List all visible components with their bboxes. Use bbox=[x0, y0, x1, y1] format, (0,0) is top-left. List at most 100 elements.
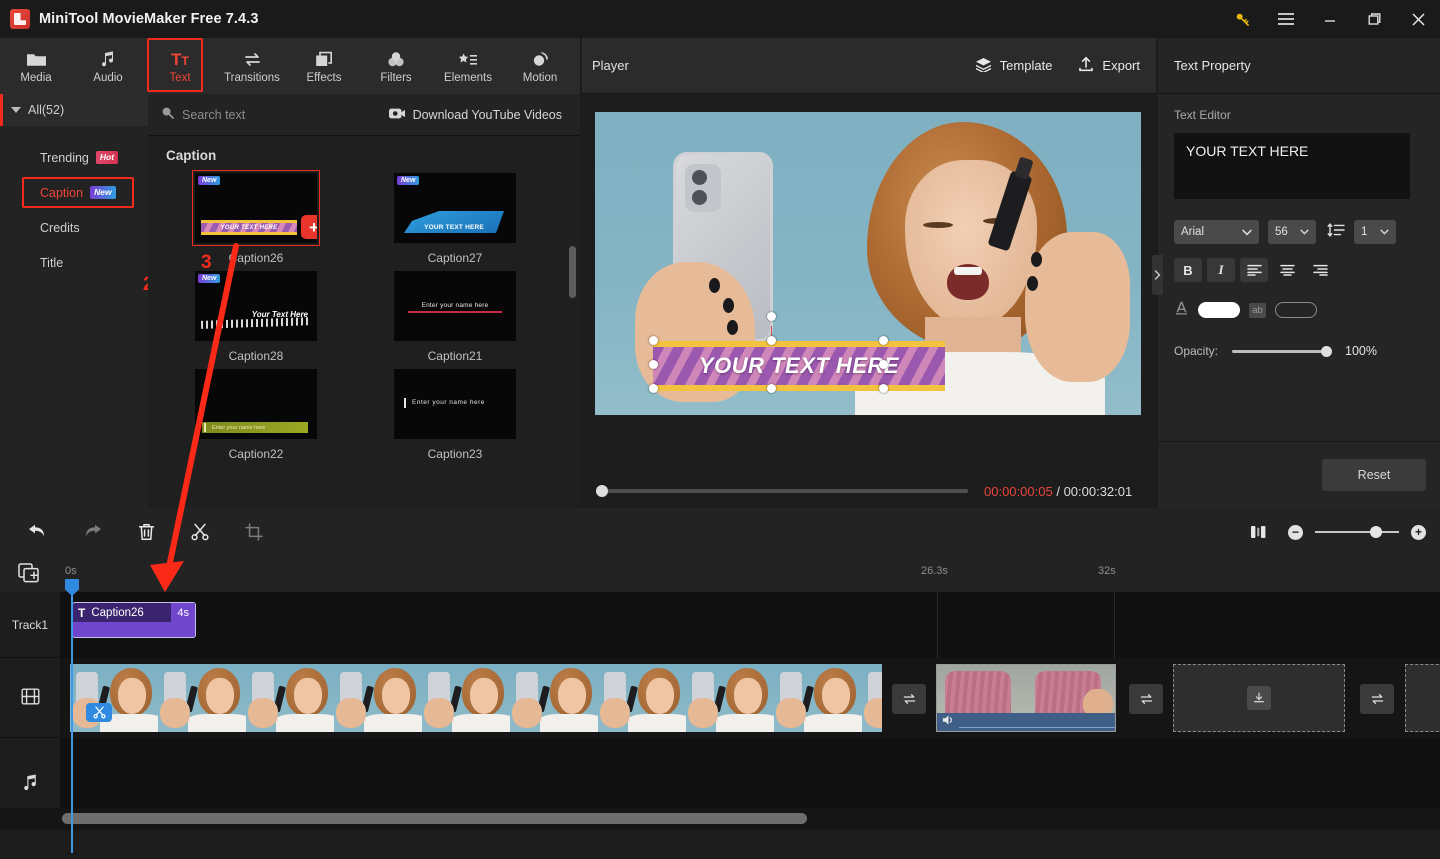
text-clip-duration: 4s bbox=[171, 603, 195, 622]
media-drop-zone[interactable] bbox=[1173, 664, 1345, 732]
split-view-icon[interactable] bbox=[1240, 514, 1276, 550]
text-editor-input[interactable] bbox=[1174, 133, 1410, 199]
category-item-title[interactable]: Title bbox=[0, 245, 148, 280]
split-button[interactable] bbox=[182, 514, 218, 550]
undo-button[interactable] bbox=[20, 514, 56, 550]
resize-handle-top[interactable] bbox=[767, 336, 776, 345]
split-clip-chip[interactable] bbox=[86, 703, 112, 722]
resize-handle-bottom[interactable] bbox=[767, 384, 776, 393]
video-preview[interactable]: YOUR TEXT HERE bbox=[595, 112, 1141, 415]
key-icon[interactable] bbox=[1220, 0, 1264, 38]
toolbar-item-motion[interactable]: Motion bbox=[504, 40, 576, 92]
template-card-caption22[interactable]: Enter your name here Caption22 bbox=[166, 369, 346, 461]
maximize-icon[interactable] bbox=[1352, 0, 1396, 38]
browser-scrollbar[interactable] bbox=[569, 246, 576, 298]
rotate-handle[interactable] bbox=[767, 312, 776, 321]
template-card-caption21[interactable]: Enter your name here Caption21 bbox=[365, 271, 545, 363]
ruler-ticks[interactable]: 0s 26.3s 32s bbox=[60, 556, 1440, 592]
bold-button[interactable]: B bbox=[1174, 258, 1202, 282]
opacity-knob[interactable] bbox=[1321, 345, 1333, 357]
collapse-properties-panel-button[interactable] bbox=[1152, 255, 1163, 295]
toolbar-item-media[interactable]: Media bbox=[0, 40, 72, 92]
align-center-button[interactable] bbox=[1273, 258, 1301, 282]
add-track-icon[interactable] bbox=[18, 563, 42, 585]
music-note-icon bbox=[99, 48, 117, 68]
text-overlay-value: YOUR TEXT HERE bbox=[698, 353, 900, 378]
add-template-button[interactable]: + bbox=[301, 215, 317, 239]
zoom-in-button[interactable]: + bbox=[1411, 524, 1426, 540]
template-card-caption23[interactable]: Enter your name here Caption23 bbox=[365, 369, 545, 461]
zoom-slider[interactable] bbox=[1315, 525, 1399, 538]
opacity-slider[interactable] bbox=[1232, 345, 1333, 357]
minimize-icon[interactable] bbox=[1308, 0, 1352, 38]
font-family-select[interactable]: Arial bbox=[1174, 220, 1259, 244]
timeline-horizontal-scrollbar[interactable] bbox=[62, 813, 807, 824]
progress-knob[interactable] bbox=[596, 485, 608, 497]
toolbar-item-audio[interactable]: Audio bbox=[72, 40, 144, 92]
toolbar-item-effects[interactable]: Effects bbox=[288, 40, 360, 92]
reset-button[interactable]: Reset bbox=[1322, 459, 1426, 491]
toolbar-label-text: Text bbox=[169, 72, 191, 84]
effects-squares-icon bbox=[315, 48, 333, 68]
category-item-credits[interactable]: Credits bbox=[0, 210, 148, 245]
resize-handle-bottom-left[interactable] bbox=[649, 384, 658, 393]
italic-label: I bbox=[1218, 262, 1224, 277]
resize-handle-top-left[interactable] bbox=[649, 336, 658, 345]
progress-slider[interactable] bbox=[596, 485, 968, 497]
resize-handle-top-right[interactable] bbox=[879, 336, 888, 345]
download-youtube-label: Download YouTube Videos bbox=[412, 107, 562, 122]
search-input[interactable] bbox=[182, 107, 362, 122]
zoom-knob[interactable] bbox=[1370, 525, 1382, 538]
category-item-caption[interactable]: Caption New bbox=[0, 175, 148, 210]
menu-icon[interactable] bbox=[1264, 0, 1308, 38]
toolbar-item-elements[interactable]: Elements bbox=[432, 40, 504, 92]
transition-slot-3[interactable] bbox=[1360, 684, 1394, 714]
export-button[interactable]: Export bbox=[1078, 56, 1140, 75]
crop-button[interactable] bbox=[236, 514, 272, 550]
delete-button[interactable] bbox=[128, 514, 164, 550]
resize-handle-bottom-right[interactable] bbox=[879, 384, 888, 393]
resize-handle-right[interactable] bbox=[879, 360, 888, 369]
zoom-out-button[interactable]: − bbox=[1288, 524, 1303, 540]
template-card-caption26[interactable]: New YOUR TEXT HERE + Caption26 bbox=[166, 170, 346, 265]
text-track-lane[interactable]: T Caption26 4s bbox=[60, 592, 1440, 658]
category-item-trending[interactable]: Trending Hot bbox=[0, 140, 148, 175]
template-card-caption28[interactable]: New Your Text Here Caption28 bbox=[166, 271, 346, 363]
timeline-video-clip-1[interactable] bbox=[70, 664, 882, 732]
chevron-down-icon bbox=[1242, 229, 1252, 235]
text-overlay[interactable]: YOUR TEXT HERE bbox=[653, 341, 945, 391]
timeline-text-clip[interactable]: T Caption26 4s bbox=[72, 602, 196, 638]
toolbar-label-elements: Elements bbox=[444, 72, 492, 84]
toolbar-label-filters: Filters bbox=[380, 72, 412, 84]
track-header-text[interactable]: Track1 bbox=[0, 592, 60, 658]
timeline-video-clip-2[interactable] bbox=[936, 664, 1116, 732]
redo-button[interactable] bbox=[74, 514, 110, 550]
close-icon[interactable] bbox=[1396, 0, 1440, 38]
playhead[interactable] bbox=[65, 579, 79, 853]
font-size-select[interactable]: 56 bbox=[1268, 220, 1316, 244]
toolbar-item-text[interactable]: TT Text bbox=[144, 38, 216, 92]
media-drop-zone-partial[interactable] bbox=[1405, 664, 1440, 732]
template-card-caption27[interactable]: New YOUR TEXT HERE Caption27 bbox=[365, 173, 545, 265]
category-all-header[interactable]: All(52) bbox=[0, 94, 148, 126]
track-header-video[interactable] bbox=[0, 658, 60, 738]
download-youtube-videos-button[interactable]: Download YouTube Videos bbox=[388, 107, 562, 123]
transition-slot-1[interactable] bbox=[892, 684, 926, 714]
align-right-button[interactable] bbox=[1306, 258, 1334, 282]
video-track-lane[interactable] bbox=[60, 658, 1440, 738]
transition-icon bbox=[1140, 694, 1152, 704]
toolbar-item-transitions[interactable]: Transitions bbox=[216, 40, 288, 92]
toolbar-item-filters[interactable]: Filters bbox=[360, 40, 432, 92]
title-bar: MiniTool MovieMaker Free 7.4.3 bbox=[0, 0, 1440, 38]
text-color-swatch[interactable] bbox=[1198, 302, 1240, 318]
search-box[interactable] bbox=[148, 106, 362, 124]
resize-handle-left[interactable] bbox=[649, 360, 658, 369]
italic-button[interactable]: I bbox=[1207, 258, 1235, 282]
text-property-panel: Text Property Text Editor Arial 56 bbox=[1158, 38, 1440, 508]
align-left-button[interactable] bbox=[1240, 258, 1268, 282]
template-button[interactable]: Template bbox=[975, 57, 1052, 75]
line-height-select[interactable]: 1 bbox=[1354, 220, 1396, 244]
highlight-color-swatch[interactable] bbox=[1275, 302, 1317, 318]
color-row: ab bbox=[1174, 300, 1424, 320]
transition-slot-2[interactable] bbox=[1129, 684, 1163, 714]
